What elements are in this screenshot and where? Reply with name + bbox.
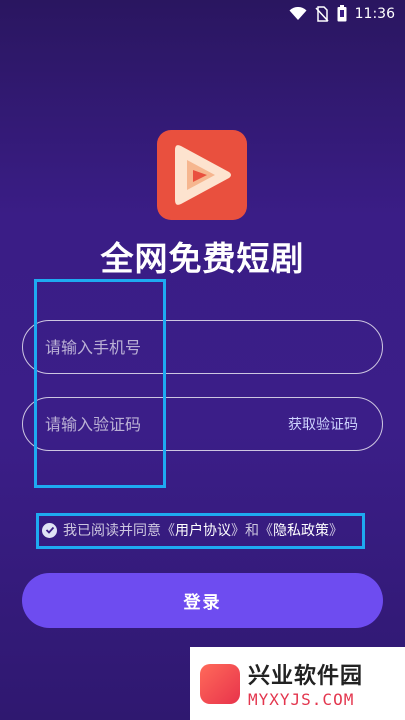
- status-icons: 11:36: [289, 5, 395, 22]
- wifi-icon: [289, 6, 307, 20]
- watermark-title: 兴业软件园: [248, 664, 364, 689]
- status-time: 11:36: [354, 5, 395, 22]
- app-title: 全网免费短剧: [100, 239, 305, 278]
- watermark: 兴业软件园 MYXYJS.COM: [190, 647, 405, 720]
- watermark-url: MYXYJS.COM: [248, 690, 355, 709]
- login-button[interactable]: 登录: [22, 573, 383, 628]
- watermark-logo-icon: [200, 663, 240, 704]
- status-bar: 11:36: [0, 0, 405, 28]
- battery-icon: [337, 5, 347, 22]
- no-sim-icon: [315, 5, 329, 22]
- play-logo-icon: [175, 145, 231, 205]
- app-logo: [157, 130, 247, 220]
- highlight-box-agreement: [36, 513, 365, 549]
- highlight-box-fields: [34, 279, 166, 488]
- get-code-button[interactable]: 获取验证码: [288, 414, 358, 434]
